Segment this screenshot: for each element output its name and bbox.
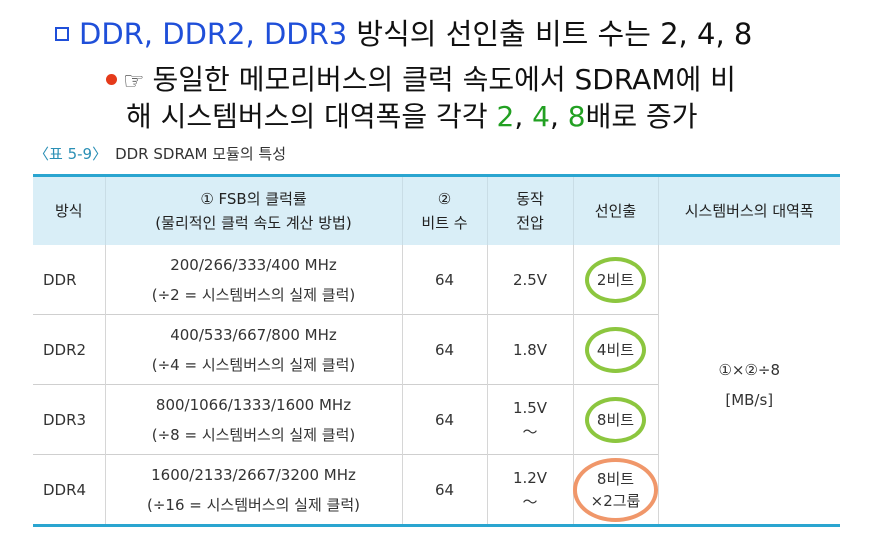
header-fsb-line2: (물리적인 클럭 속도 계산 방법) — [155, 214, 352, 232]
table-row: DDR 200/266/333/400 MHz (÷2 = 시스템버스의 실제 클… — [33, 245, 840, 526]
cell-method: DDR4 — [43, 480, 87, 499]
header-voltage-line2: 전압 — [516, 214, 544, 232]
cell-prefetch: 8비트 — [572, 384, 658, 455]
cell-fsb-rate: 200/266/333/400 MHz — [170, 255, 337, 274]
header-bandwidth: 시스템버스의 대역폭 — [657, 175, 840, 245]
cell-prefetch: 4비트 — [572, 314, 658, 385]
prefetch-circled-value: 4비트 — [584, 326, 647, 373]
pointing-hand-icon: ☞ — [123, 67, 145, 95]
table-header-row: 방식 ① FSB의 클럭률 (물리적인 클럭 속도 계산 방법) ② 비트 수 동작… — [33, 175, 840, 245]
separator: , — [514, 100, 533, 133]
header-prefetch: 선인출 — [572, 175, 658, 245]
cell-fsb: 800/1066/1333/1600 MHz (÷8 = 시스템버스의 실제 클럭… — [104, 384, 402, 455]
cell-method: DDR2 — [43, 340, 87, 359]
header-bits: ② 비트 수 — [401, 175, 487, 245]
cell-bandwidth: ①×②÷8 [MB/s] — [657, 245, 840, 526]
cell-fsb-note: (÷8 = 시스템버스의 실제 클럭) — [151, 425, 356, 444]
multiplier-8: 8 — [567, 100, 586, 133]
separator: , — [549, 100, 568, 133]
cell-fsb: 200/266/333/400 MHz (÷2 = 시스템버스의 실제 클럭) — [104, 245, 402, 315]
table-caption: 〈표 5-9〉 DDR SDRAM 모듈의 특성 — [34, 143, 286, 164]
cell-method: DDR3 — [43, 410, 87, 429]
subtext-line2: 해 시스템버스의 대역폭을 각각 2, 4, 8배로 증가 — [126, 99, 698, 135]
cell-prefetch: 2비트 — [572, 245, 658, 315]
cell-fsb-note: (÷16 = 시스템버스의 실제 클럭) — [146, 495, 360, 514]
header-voltage-line1: 동작 — [516, 190, 544, 208]
subtext-line2-pre: 해 시스템버스의 대역폭을 각각 — [126, 100, 497, 133]
cell-voltage-value: 1.5V — [512, 398, 548, 417]
header-bits-line1: ② — [437, 190, 452, 208]
prefetch-groups: ×2그룹 — [590, 491, 641, 510]
table-caption-label: 〈표 5-9〉 — [34, 145, 108, 163]
cell-fsb-note: (÷4 = 시스템버스의 실제 클럭) — [151, 355, 356, 374]
subtext-line1-text: 동일한 메모리버스의 클럭 속도에서 SDRAM에 비 — [152, 63, 736, 96]
cell-bits: 64 — [401, 454, 487, 526]
cell-bits: 64 — [401, 384, 487, 455]
cell-voltage: 1.5V ～ — [486, 384, 573, 455]
bandwidth-formula: ①×②÷8 — [718, 360, 781, 379]
square-bullet-icon — [55, 27, 69, 41]
header-fsb-line1: ① FSB의 클럭률 — [200, 190, 307, 208]
cell-voltage-value: 1.2V — [512, 468, 548, 487]
multiplier-4: 4 — [532, 100, 550, 133]
round-bullet-icon — [106, 74, 117, 85]
cell-fsb-rate: 1600/2133/2667/3200 MHz — [151, 465, 356, 484]
prefetch-circled-value: 2비트 — [584, 256, 647, 303]
header-fsb: ① FSB의 클럭률 (물리적인 클럭 속도 계산 방법) — [104, 175, 402, 245]
cell-voltage: 1.2V ～ — [486, 454, 573, 526]
heading-rest: 방식의 선인출 비트 수는 2, 4, 8 — [347, 17, 753, 51]
multiplier-2: 2 — [496, 100, 515, 133]
subtext-line2-post: 배로 증가 — [585, 100, 698, 133]
ddr-spec-table: 방식 ① FSB의 클럭률 (물리적인 클럭 속도 계산 방법) ② 비트 수 동작… — [33, 174, 840, 527]
prefetch-circled-value: 8비트 — [584, 396, 647, 443]
cell-bits: 64 — [401, 245, 487, 315]
cell-fsb-note: (÷2 = 시스템버스의 실제 클럭) — [151, 285, 356, 304]
cell-fsb: 1600/2133/2667/3200 MHz (÷16 = 시스템버스의 실제 … — [104, 454, 402, 526]
cell-fsb-rate: 400/533/667/800 MHz — [170, 325, 337, 344]
table-caption-title: DDR SDRAM 모듈의 특성 — [115, 145, 286, 163]
cell-voltage: 2.5V — [486, 245, 573, 315]
header-voltage: 동작전압 — [486, 175, 573, 245]
cell-voltage: 1.8V — [486, 314, 573, 385]
slide-heading: DDR, DDR2, DDR3 방식의 선인출 비트 수는 2, 4, 8 — [55, 14, 752, 54]
subtext-line1: ☞ 동일한 메모리버스의 클럭 속도에서 SDRAM에 비 — [106, 62, 736, 99]
header-method: 방식 — [33, 175, 105, 245]
heading-types: DDR, DDR2, DDR3 — [79, 17, 348, 51]
prefetch-circled-value: 8비트 ×2그룹 — [572, 457, 659, 522]
cell-voltage-tilde: ～ — [522, 422, 538, 441]
cell-prefetch: 8비트 ×2그룹 — [572, 454, 659, 526]
header-bits-line2: 비트 수 — [421, 214, 468, 232]
cell-bits: 64 — [401, 314, 487, 385]
cell-fsb: 400/533/667/800 MHz (÷4 = 시스템버스의 실제 클럭) — [104, 314, 402, 385]
prefetch-bits: 8비트 — [596, 469, 635, 488]
bandwidth-unit: [MB/s] — [725, 390, 774, 409]
cell-voltage-tilde: ～ — [522, 492, 538, 511]
cell-method: DDR — [43, 270, 77, 289]
cell-fsb-rate: 800/1066/1333/1600 MHz — [155, 395, 352, 414]
